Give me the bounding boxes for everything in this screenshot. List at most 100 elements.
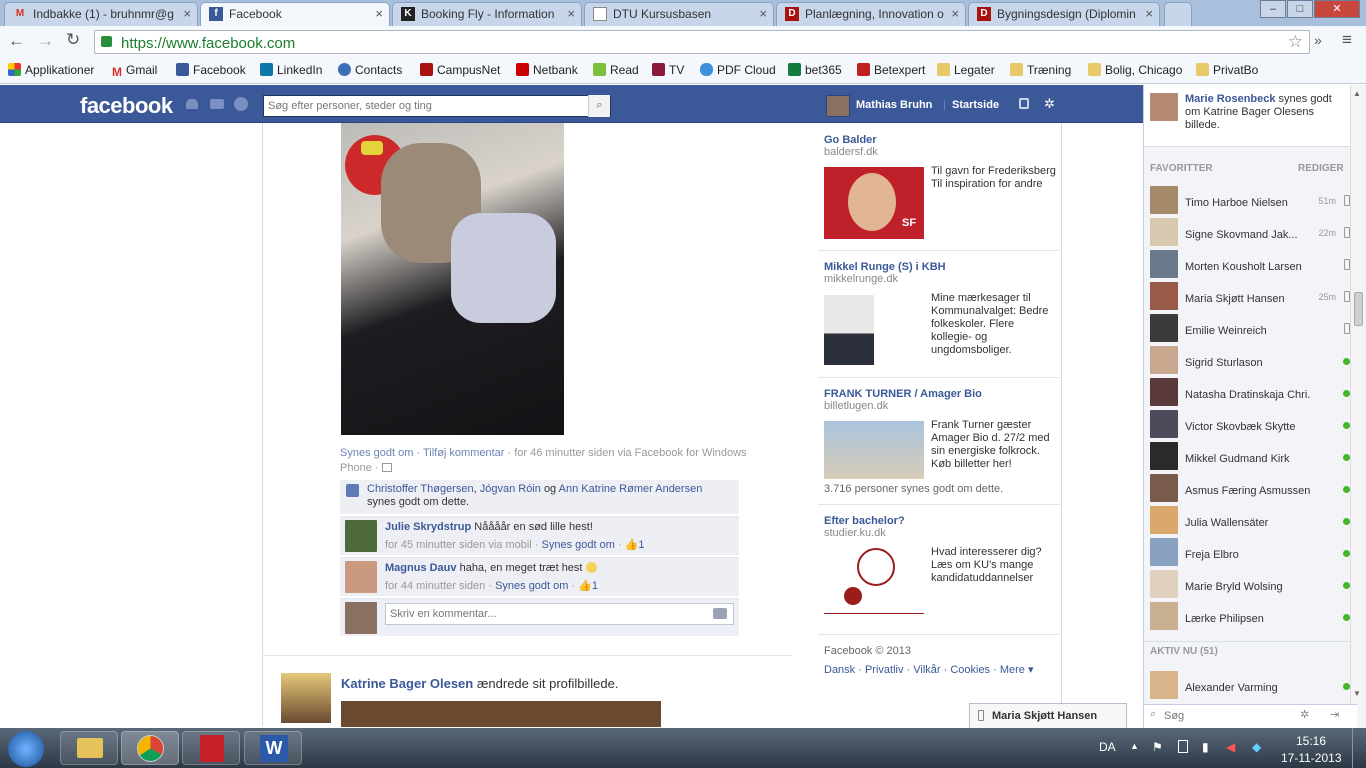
maximize-button[interactable]: □ [1287, 0, 1313, 18]
liker-link[interactable]: Christoffer Thøgersen [367, 483, 474, 495]
search-icon[interactable]: ⌕ [588, 95, 610, 117]
star-icon[interactable]: ☆ [1288, 32, 1303, 52]
more-icon[interactable]: » [1314, 32, 1322, 48]
bookmark-applikationer[interactable]: Applikationer [8, 63, 94, 77]
ad-frank-turner[interactable]: FRANK TURNER / Amager Bio billetlugen.dk… [824, 388, 1056, 495]
chat-contact[interactable]: Freja Elbro [1150, 538, 1350, 570]
chat-contact[interactable]: Morten Kousholt Larsen [1150, 250, 1350, 282]
camera-icon[interactable] [713, 608, 727, 619]
volume-icon[interactable]: ◀ [1226, 740, 1235, 754]
avatar[interactable] [281, 673, 331, 723]
chat-contact[interactable]: Mikkel Gudmand Kirk [1150, 442, 1350, 474]
comment-like-link[interactable]: Synes godt om [542, 539, 615, 551]
bookmark-gmail[interactable]: M Gmail [112, 63, 157, 79]
bookmark-contacts[interactable]: Contacts [338, 63, 402, 77]
tab-bygningsdesign[interactable]: D Bygningsdesign (Diplomin × [968, 2, 1160, 26]
ad-image[interactable] [824, 295, 874, 365]
close-window-button[interactable]: ✕ [1314, 0, 1360, 18]
popout-icon[interactable]: ⇥ [1330, 708, 1339, 721]
ad-title[interactable]: Go Balder [824, 134, 1056, 146]
close-icon[interactable]: × [1145, 6, 1153, 21]
avatar[interactable] [826, 95, 850, 117]
dropbox-icon[interactable]: ◆ [1252, 740, 1261, 754]
bookmark-linkedin[interactable]: LinkedIn [260, 63, 322, 77]
gear-icon[interactable]: ✲ [1044, 96, 1055, 112]
facebook-logo[interactable]: facebook [80, 93, 173, 119]
menu-icon[interactable]: ≡ [1342, 30, 1352, 50]
liker-link[interactable]: Jógvan Róin [480, 483, 541, 495]
tab-planlaegning[interactable]: D Planlægning, Innovation o × [776, 2, 966, 26]
address-bar[interactable]: https://www.facebook.com ☆ [94, 30, 1310, 54]
privacy-lock-icon[interactable] [1019, 98, 1029, 109]
bookmark-read[interactable]: Read [593, 63, 639, 77]
tab-booking[interactable]: K Booking Fly - Information × [392, 2, 582, 26]
ad-image[interactable] [824, 421, 924, 479]
comment-input[interactable]: Skriv en kommentar... [385, 603, 734, 625]
chat-contact[interactable]: Alexander Varming [1150, 671, 1350, 703]
ad-title[interactable]: FRANK TURNER / Amager Bio [824, 388, 1056, 400]
bookmark-campusnet[interactable]: CampusNet [420, 63, 500, 77]
search-input[interactable]: Søg efter personer, steder og ting ⌕ [263, 95, 611, 117]
chat-search[interactable]: ⌕ Søg ✲ ⇥ [1144, 704, 1357, 728]
post-photo[interactable] [341, 123, 564, 435]
network-icon[interactable]: ▮ [1202, 740, 1209, 754]
clock-time[interactable]: 15:16 [1296, 734, 1326, 748]
clock-date[interactable]: 17-11-2013 [1281, 751, 1342, 765]
close-icon[interactable]: × [567, 6, 575, 21]
chat-contact[interactable]: Timo Harboe Nielsen 51m [1150, 186, 1350, 218]
bookmark-facebook[interactable]: Facebook [176, 63, 246, 77]
post-actions[interactable]: Synes godt om · Tilføj kommentar [340, 447, 504, 459]
footer-links[interactable]: Dansk · Privatliv · Vilkår · Cookies · M… [824, 663, 1033, 676]
chat-tab[interactable]: Maria Skjøtt Hansen [969, 703, 1127, 728]
taskbar-chrome[interactable] [121, 731, 179, 765]
close-icon[interactable]: × [375, 6, 383, 21]
comment-author[interactable]: Julie Skrydstrup [385, 521, 471, 533]
language-indicator[interactable]: DA [1099, 740, 1116, 754]
chat-contact[interactable]: Sigrid Sturlason [1150, 346, 1350, 378]
liker-link[interactable]: Ann Katrine Rømer Andersen [559, 483, 703, 495]
show-desktop-button[interactable] [1352, 728, 1366, 768]
start-button[interactable] [8, 731, 44, 767]
ad-image[interactable]: SF [824, 167, 924, 239]
comment-like-count[interactable]: 1 [638, 539, 644, 551]
avatar[interactable] [345, 520, 377, 552]
close-icon[interactable]: × [183, 6, 191, 21]
ad-image[interactable] [824, 545, 924, 617]
bookmark-pdf-cloud[interactable]: PDF Cloud [700, 63, 776, 77]
home-link[interactable]: Startside [952, 99, 999, 111]
avatar[interactable] [345, 561, 377, 593]
close-icon[interactable]: × [759, 6, 767, 21]
bookmark-traening[interactable]: Træning [1010, 63, 1071, 77]
ad-title[interactable]: Efter bachelor? [824, 515, 1056, 527]
notifications-globe-icon[interactable] [234, 97, 248, 111]
post-author[interactable]: Katrine Bager Olesen [341, 676, 473, 691]
comment-author[interactable]: Magnus Dauv [385, 562, 457, 574]
taskbar-explorer[interactable] [60, 731, 118, 765]
profile-link[interactable]: Mathias Bruhn [856, 99, 932, 111]
ad-mikkel-runge[interactable]: Mikkel Runge (S) i KBH mikkelrunge.dk Mi… [824, 261, 1056, 365]
audience-icon[interactable] [381, 463, 392, 472]
bookmark-bolig-chicago[interactable]: Bolig, Chicago [1088, 63, 1182, 77]
chat-scrollbar[interactable]: ▲ ▼ [1350, 85, 1366, 704]
power-icon[interactable] [1178, 740, 1188, 753]
ad-title[interactable]: Mikkel Runge (S) i KBH [824, 261, 1056, 273]
tab-gmail[interactable]: M Indbakke (1) - bruhnmr@g × [4, 2, 198, 26]
comment-like-link[interactable]: Synes godt om [495, 580, 568, 592]
reload-icon[interactable]: ↻ [66, 30, 80, 50]
tab-facebook[interactable]: f Facebook × [200, 2, 390, 26]
close-icon[interactable]: × [951, 6, 959, 21]
chat-contact[interactable]: Signe Skovmand Jak... 22m [1150, 218, 1350, 250]
edit-favorites-link[interactable]: REDIGER [1298, 163, 1344, 174]
chat-contact[interactable]: Asmus Færing Asmussen [1150, 474, 1350, 506]
minimize-button[interactable]: – [1260, 0, 1286, 18]
flag-icon[interactable]: ⚑ [1152, 740, 1163, 754]
chat-contact[interactable]: Maria Skjøtt Hansen 25m [1150, 282, 1350, 314]
tab-dtu-kursusbasen[interactable]: DTU Kursusbasen × [584, 2, 774, 26]
ad-efter-bachelor[interactable]: Efter bachelor? studier.ku.dk Hvad inter… [824, 515, 1056, 617]
scroll-thumb[interactable] [1354, 292, 1363, 326]
bookmark-privatbo[interactable]: PrivatBo [1196, 63, 1258, 77]
chat-contact[interactable]: Victor Skovbæk Skytte [1150, 410, 1350, 442]
chat-contact[interactable]: Natasha Dratinskaja Chri... [1150, 378, 1350, 410]
bookmark-bet365[interactable]: bet365 [788, 63, 842, 77]
taskbar-word[interactable]: W [244, 731, 302, 765]
